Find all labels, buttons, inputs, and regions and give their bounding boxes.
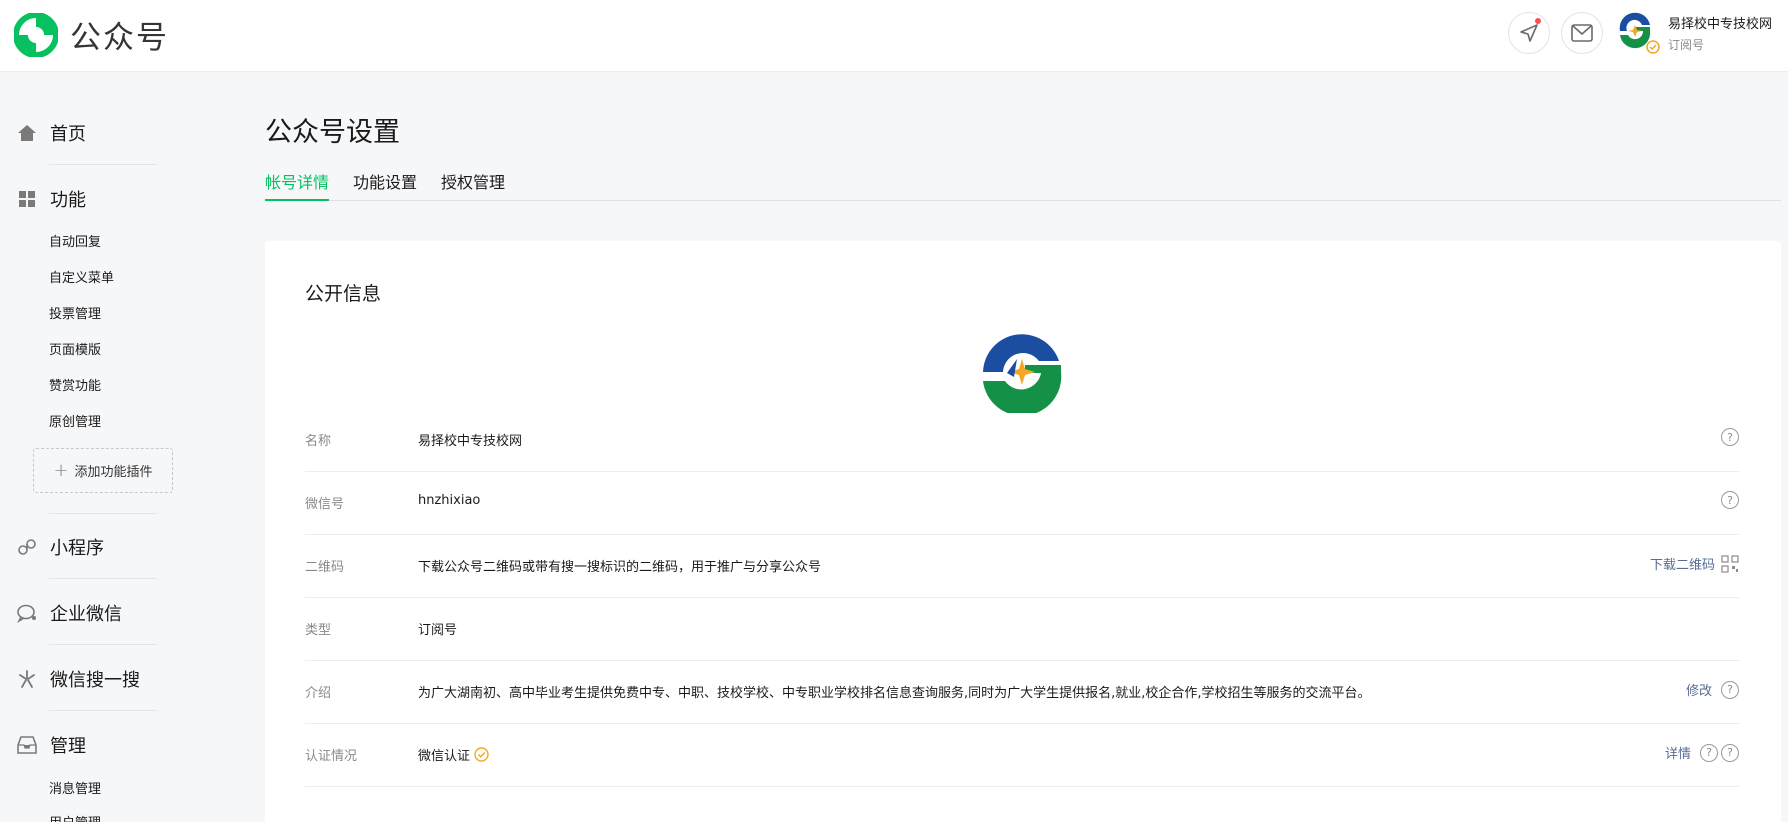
notification-dot — [1535, 18, 1541, 24]
sidebar-item-messages[interactable]: 消息管理 — [49, 778, 101, 797]
wechat-official-logo-icon — [14, 12, 58, 57]
sidebar-item-original[interactable]: 原创管理 — [49, 411, 101, 430]
row-value: 为广大湖南初、高中毕业考生提供免费中专、中职、技校学校、中专职业学校排名信息查询… — [418, 686, 1371, 701]
info-row-wechat-id: 微信号 hnzhixiao ? — [305, 472, 1739, 535]
top-header: 公众号 易择校中专技校网 订阅号 — [0, 0, 1788, 72]
home-icon — [16, 122, 38, 144]
search-star-icon — [16, 668, 38, 690]
chat-icon — [16, 602, 38, 624]
sidebar-item-label: 首页 — [50, 124, 86, 145]
info-row-verification: 认证情况 微信认证 详情 ? ? — [305, 724, 1739, 787]
row-value-container: 微信认证 — [418, 745, 489, 764]
sidebar-item-work-wechat[interactable]: 企业微信 — [16, 600, 122, 626]
verification-details-link[interactable]: 详情 — [1665, 743, 1691, 762]
help-icon[interactable]: ? — [1721, 743, 1739, 762]
info-row-name: 名称 易择校中专技校网 ? — [305, 409, 1739, 472]
row-label: 名称 — [305, 434, 332, 449]
tab-feature-settings[interactable]: 功能设置 — [353, 169, 417, 201]
tab-account-details[interactable]: 帐号详情 — [265, 169, 330, 201]
row-value: 订阅号 — [418, 623, 458, 638]
grid-icon — [16, 188, 38, 210]
mail-icon — [1571, 24, 1593, 42]
help-icon[interactable]: ? — [1721, 491, 1739, 509]
account-switcher[interactable]: 易择校中专技校网 订阅号 — [1614, 10, 1773, 54]
mail-button[interactable] — [1561, 12, 1603, 54]
divider — [49, 644, 157, 645]
row-value: hnzhixiao — [418, 493, 481, 508]
page-title: 公众号设置 — [265, 117, 400, 148]
sidebar-item-mini-program[interactable]: 小程序 — [16, 534, 104, 560]
verified-check-icon — [1646, 40, 1660, 54]
divider — [49, 710, 157, 711]
plus-icon: + — [53, 460, 69, 481]
divider — [49, 578, 157, 579]
tab-authorization[interactable]: 授权管理 — [441, 169, 505, 201]
help-icon[interactable]: ? — [1721, 428, 1739, 446]
info-row-qrcode: 二维码 下载公众号二维码或带有搜一搜标识的二维码，用于推广与分享公众号 下载二维… — [305, 535, 1739, 598]
sidebar-item-features[interactable]: 功能 — [16, 186, 86, 212]
sidebar: 首页 功能 自动回复 自定义菜单 投票管理 页面模版 赞赏功能 原创管理 + 添… — [0, 73, 230, 822]
row-value: 下载公众号二维码或带有搜一搜标识的二维码，用于推广与分享公众号 — [418, 560, 822, 575]
settings-tabs: 帐号详情 功能设置 授权管理 — [265, 166, 1781, 201]
sidebar-item-label: 管理 — [50, 736, 86, 757]
sidebar-item-home[interactable]: 首页 — [16, 120, 86, 146]
row-label: 认证情况 — [305, 749, 358, 764]
sidebar-item-label: 微信搜一搜 — [50, 670, 140, 691]
paper-plane-icon — [1520, 24, 1538, 42]
divider — [49, 513, 157, 514]
link-icon — [16, 536, 38, 558]
sidebar-item-custom-menu[interactable]: 自定义菜单 — [49, 267, 114, 286]
help-icon[interactable]: ? — [1700, 743, 1718, 762]
info-row-intro: 介绍 为广大湖南初、高中毕业考生提供免费中专、中职、技校学校、中专职业学校排名信… — [305, 661, 1739, 724]
school-logo-icon — [982, 332, 1062, 413]
sidebar-item-search[interactable]: 微信搜一搜 — [16, 666, 140, 692]
verification-status: 微信认证 — [418, 749, 471, 764]
add-plugin-label: 添加功能插件 — [74, 465, 153, 480]
notification-button[interactable] — [1508, 12, 1550, 54]
add-plugin-button[interactable]: + 添加功能插件 — [33, 448, 173, 493]
row-label: 类型 — [305, 623, 332, 638]
help-icon[interactable]: ? — [1721, 680, 1739, 699]
app-name: 公众号 — [70, 20, 169, 56]
public-info-card: 公开信息 名称 易择校中专技校网 ? 微信号 hnzhixiao ? 二维码 下… — [265, 241, 1781, 822]
sidebar-item-reward[interactable]: 赞赏功能 — [49, 375, 101, 394]
divider — [49, 164, 157, 165]
info-row-type: 类型 订阅号 — [305, 598, 1739, 661]
sidebar-item-page-template[interactable]: 页面模版 — [49, 339, 101, 358]
verified-check-icon — [474, 747, 489, 762]
sidebar-item-label: 小程序 — [50, 538, 104, 559]
sidebar-item-vote[interactable]: 投票管理 — [49, 303, 101, 322]
download-qrcode-link[interactable]: 下载二维码 — [1650, 554, 1715, 573]
edit-intro-link[interactable]: 修改 — [1686, 680, 1712, 699]
row-label: 二维码 — [305, 560, 345, 575]
sidebar-item-users[interactable]: 用户管理 — [49, 812, 101, 822]
app-logo[interactable]: 公众号 — [14, 12, 169, 57]
section-title: 公开信息 — [305, 283, 382, 305]
row-value: 易择校中专技校网 — [418, 434, 523, 449]
row-label: 微信号 — [305, 497, 345, 512]
sidebar-item-manage[interactable]: 管理 — [16, 732, 86, 758]
avatar — [1614, 10, 1660, 54]
qrcode-icon[interactable] — [1721, 554, 1739, 573]
inbox-icon — [16, 734, 38, 756]
sidebar-item-label: 企业微信 — [50, 604, 122, 625]
row-label: 介绍 — [305, 686, 332, 701]
sidebar-item-auto-reply[interactable]: 自动回复 — [49, 231, 101, 250]
account-type: 订阅号 — [1668, 38, 1705, 52]
account-name: 易择校中专技校网 — [1668, 17, 1773, 32]
sidebar-item-label: 功能 — [50, 190, 86, 211]
